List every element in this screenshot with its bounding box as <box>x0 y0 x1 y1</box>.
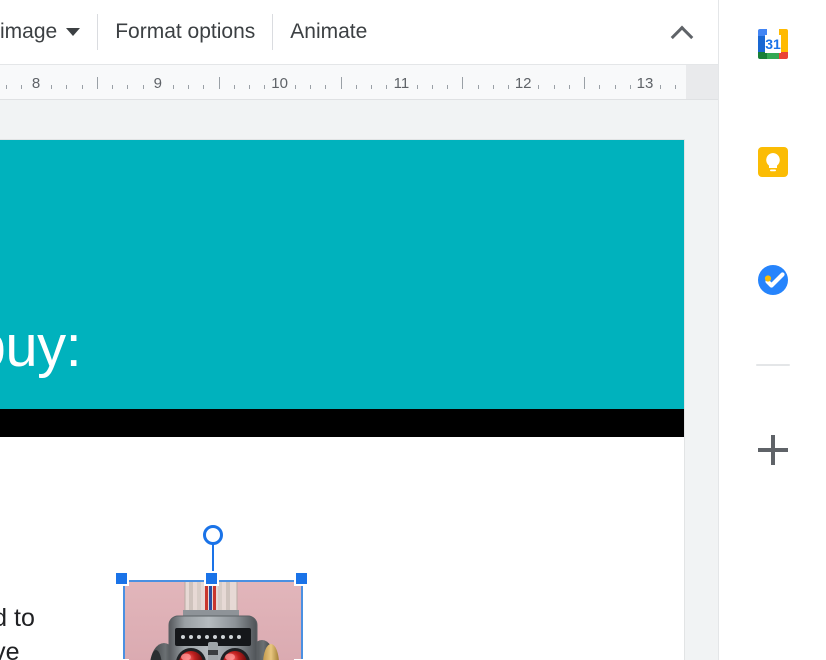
slide-black-bar <box>0 409 684 437</box>
slide[interactable]: ore you buy: y need to dy have <box>0 140 684 660</box>
ruler-inactive-region <box>686 65 718 100</box>
google-calendar-icon[interactable]: 31 <box>751 22 795 66</box>
google-tasks-icon[interactable] <box>751 258 795 302</box>
ruler-minor-tick <box>51 85 52 89</box>
chevron-up-icon <box>671 21 693 43</box>
chevron-down-icon <box>66 28 80 36</box>
ruler-minor-tick <box>295 85 296 89</box>
image-menu[interactable]: image <box>0 12 94 52</box>
ruler-minor-tick <box>569 85 570 89</box>
slide-white-body <box>0 437 684 660</box>
ruler-minor-tick <box>478 85 479 89</box>
ruler-minor-tick <box>615 85 616 89</box>
add-on-button[interactable] <box>751 428 795 472</box>
ruler-minor-tick <box>599 85 600 89</box>
plus-icon <box>758 435 788 465</box>
handle-top-center[interactable] <box>204 571 219 586</box>
ruler-half-tick <box>341 77 342 89</box>
editor-toolbar: image Format options Animate <box>0 0 718 64</box>
ruler-minor-tick <box>21 85 22 89</box>
ruler-minor-tick <box>371 85 372 89</box>
ruler-minor-tick <box>417 85 418 89</box>
rotate-handle[interactable] <box>203 525 223 545</box>
animate-label: Animate <box>290 20 367 44</box>
ruler-half-tick <box>462 77 463 89</box>
ruler-minor-tick <box>66 85 67 89</box>
ruler-minor-tick <box>112 85 113 89</box>
ruler-minor-tick <box>173 85 174 89</box>
ruler-minor-tick <box>249 85 250 89</box>
ruler-minor-tick <box>203 85 204 89</box>
ruler-minor-tick <box>143 85 144 89</box>
ruler-half-tick <box>219 77 220 89</box>
ruler-number: 11 <box>394 75 410 92</box>
ruler-minor-tick <box>234 85 235 89</box>
ruler-minor-tick <box>508 85 509 89</box>
ruler-minor-tick <box>447 85 448 89</box>
collapse-toolbar-button[interactable] <box>660 10 704 54</box>
slide-body-line-2: dy have <box>0 636 35 660</box>
ruler-minor-tick <box>660 85 661 89</box>
ruler-number: 9 <box>154 75 162 92</box>
slide-teal-banner <box>0 140 684 409</box>
robot-image[interactable] <box>123 580 303 660</box>
handle-top-right[interactable] <box>294 571 309 586</box>
handle-top-left[interactable] <box>114 571 129 586</box>
ruler-minor-tick <box>325 85 326 89</box>
ruler-minor-tick <box>630 85 631 89</box>
ruler-number: 8 <box>32 75 40 92</box>
ruler-minor-tick <box>310 85 311 89</box>
ruler-minor-tick <box>356 85 357 89</box>
slide-body-text[interactable]: y need to dy have <box>0 602 35 660</box>
google-keep-icon[interactable] <box>751 140 795 184</box>
image-menu-label: image <box>0 20 57 44</box>
ruler-half-tick <box>584 77 585 89</box>
selected-image-object[interactable] <box>123 580 303 660</box>
format-options-button[interactable]: Format options <box>101 12 269 52</box>
ruler-minor-tick <box>432 85 433 89</box>
google-slides-window: image Format options Animate 8910111213 … <box>0 0 826 660</box>
slide-headline[interactable]: ore you buy: <box>0 318 81 376</box>
format-options-label: Format options <box>115 20 255 44</box>
toolbar-separator <box>272 14 273 50</box>
ruler-minor-tick <box>82 85 83 89</box>
ruler-minor-tick <box>264 85 265 89</box>
ruler-number: 12 <box>515 75 532 92</box>
ruler-minor-tick <box>538 85 539 89</box>
ruler-half-tick <box>97 77 98 89</box>
toolbar-separator <box>97 14 98 50</box>
calendar-day-number: 31 <box>765 36 781 52</box>
side-panel: 31 <box>718 0 826 660</box>
ruler-minor-tick <box>6 85 7 89</box>
slide-body-line-1: y need to <box>0 602 35 636</box>
ruler-minor-tick <box>188 85 189 89</box>
ruler-minor-tick <box>386 85 387 89</box>
ruler-minor-tick <box>127 85 128 89</box>
ruler-number: 13 <box>637 75 654 92</box>
ruler-minor-tick <box>493 85 494 89</box>
sidebar-divider <box>756 364 790 366</box>
horizontal-ruler[interactable]: 8 9 10 11 12 13 <box>0 64 718 100</box>
slide-canvas[interactable]: ore you buy: y need to dy have <box>0 100 718 660</box>
ruler-minor-tick <box>675 85 676 89</box>
ruler-number: 10 <box>271 75 288 92</box>
ruler-minor-tick <box>554 85 555 89</box>
animate-button[interactable]: Animate <box>276 12 381 52</box>
